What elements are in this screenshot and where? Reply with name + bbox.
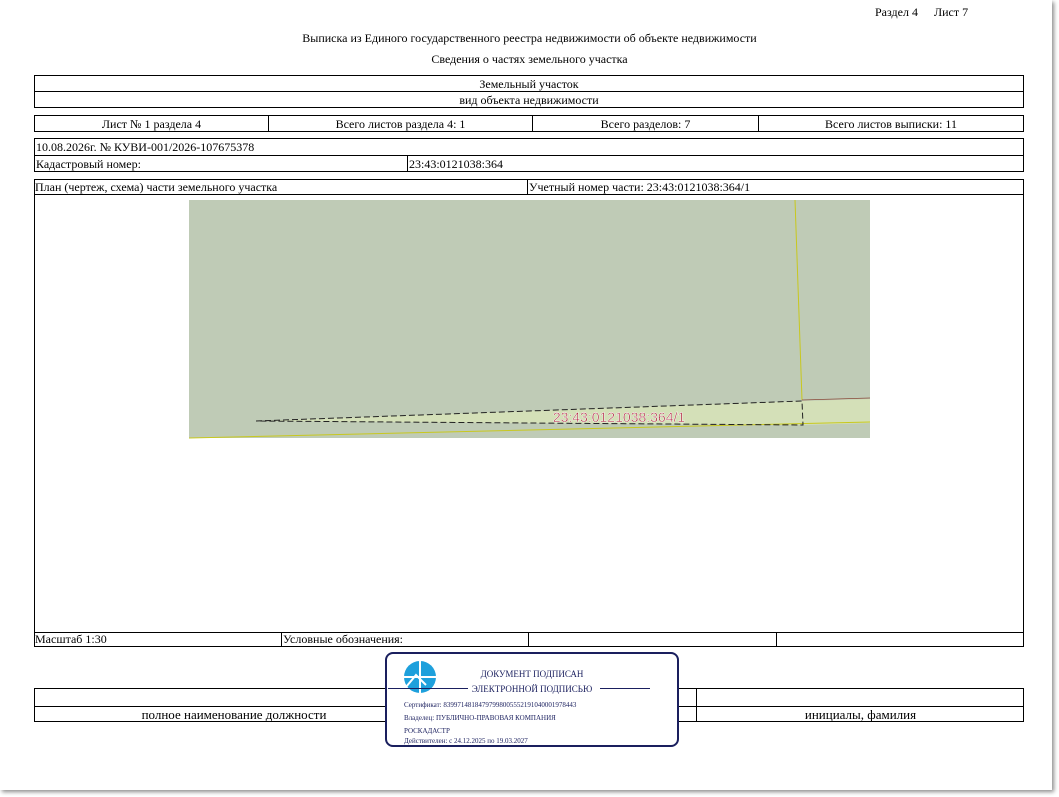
stamp-owner: Владелец: ПУБЛИЧНО-ПРАВОВАЯ КОМПАНИЯ xyxy=(404,714,556,722)
legend-label: Условные обозначения: xyxy=(283,632,404,646)
total-extract-sheets: Всего листов выписки: 11 xyxy=(825,117,957,131)
doc-ref: 10.08.2026г. № КУВИ-001/2026-107675378 xyxy=(36,140,255,154)
part-number-label: Учетный номер части: 23:43:0121038:364/1 xyxy=(529,180,751,194)
scale-row xyxy=(34,632,1024,647)
plan-map: 23:43:0121038:364/1 xyxy=(189,200,870,439)
cadastral-label: Кадастровый номер: xyxy=(36,157,141,171)
scale-label: Масштаб 1:30 xyxy=(35,632,107,646)
document-subtitle: Сведения о частях земельного участка xyxy=(431,52,628,66)
stamp-certificate: Сертификат: 8399714818479799800555219104… xyxy=(404,701,577,709)
stamp-owner2: РОСКАДАСТР xyxy=(404,727,450,735)
name-caption: инициалы, фамилия xyxy=(804,707,917,722)
total-section-sheets: Всего листов раздела 4: 1 xyxy=(335,117,466,131)
stamp-valid: Действителен: с 24.12.2025 по 19.03.2027 xyxy=(404,737,528,745)
cadastral-number: 23:43:0121038:364 xyxy=(409,157,504,171)
total-sections: Всего разделов: 7 xyxy=(600,117,691,131)
map-part-label: 23:43:0121038:364/1 xyxy=(553,409,686,425)
sheet-label: Лист 7 xyxy=(934,5,969,19)
section-label: Раздел 4 xyxy=(875,5,918,19)
object-type-caption: вид объекта недвижимости xyxy=(459,93,599,107)
sheet-of-section: Лист № 1 раздела 4 xyxy=(101,117,202,131)
e-signature-stamp: ДОКУМЕНТ ПОДПИСАН ЭЛЕКТРОННОЙ ПОДПИСЬЮ С… xyxy=(385,652,679,747)
stamp-line1: ДОКУМЕНТ ПОДПИСАН xyxy=(480,669,584,679)
stamp-line2: ЭЛЕКТРОННОЙ ПОДПИСЬЮ xyxy=(471,684,593,694)
document-title: Выписка из Единого государственного реес… xyxy=(302,31,757,45)
object-type: Земельный участок xyxy=(479,77,579,91)
plan-label: План (чертеж, схема) части земельного уч… xyxy=(35,180,278,194)
position-caption: полное наименование должности xyxy=(141,707,327,722)
